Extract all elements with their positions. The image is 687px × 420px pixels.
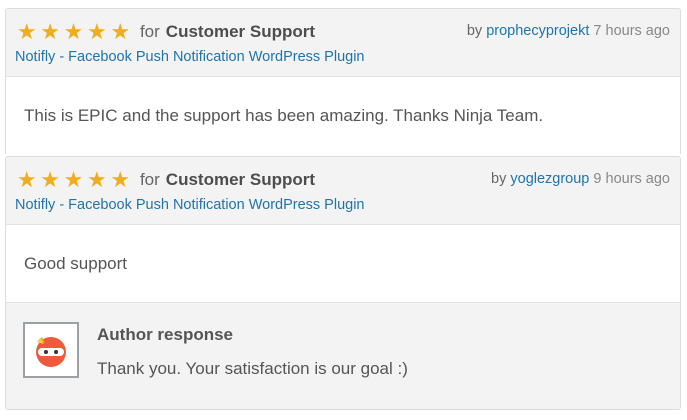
- review-time: 7 hours ago: [593, 23, 670, 39]
- plugin-link[interactable]: Notifly - Facebook Push Notification Wor…: [15, 197, 365, 213]
- review-card: ★ ★ ★ ★ ★ for Customer Support by prophe…: [5, 8, 681, 154]
- review-rating-line: ★ ★ ★ ★ ★ for Customer Support: [15, 169, 315, 191]
- plugin-link[interactable]: Notifly - Facebook Push Notification Wor…: [15, 49, 365, 65]
- response-title: Author response: [97, 325, 234, 344]
- star-icon: ★: [40, 167, 60, 192]
- review-header: ★ ★ ★ ★ ★ for Customer Support by prophe…: [6, 9, 680, 77]
- star-rating: ★ ★ ★ ★ ★: [15, 21, 132, 43]
- star-icon: ★: [87, 19, 107, 44]
- review-byline: by prophecyprojekt 7 hours ago: [467, 23, 670, 39]
- by-label: by: [491, 171, 507, 187]
- review-body: Good support: [24, 253, 128, 273]
- for-label: for: [139, 170, 160, 189]
- review-time: 9 hours ago: [593, 171, 670, 187]
- star-icon: ★: [40, 19, 60, 44]
- ninja-logo-icon: [36, 337, 66, 367]
- review-byline: by yoglezgroup 9 hours ago: [491, 171, 670, 187]
- author-link[interactable]: yoglezgroup: [510, 171, 589, 187]
- review-category: Customer Support: [165, 22, 316, 41]
- review-header: ★ ★ ★ ★ ★ for Customer Support by yoglez…: [6, 157, 680, 225]
- star-icon: ★: [63, 19, 84, 44]
- author-link[interactable]: prophecyprojekt: [486, 23, 589, 39]
- by-label: by: [466, 23, 483, 39]
- review-category: Customer Support: [165, 170, 316, 189]
- star-icon: ★: [16, 19, 37, 44]
- star-icon: ★: [63, 167, 84, 192]
- review-body: This is EPIC and the support has been am…: [24, 105, 544, 125]
- star-icon: ★: [110, 167, 131, 192]
- ninja-avatar-icon: [23, 322, 79, 378]
- star-icon: ★: [87, 167, 107, 192]
- review-card: ★ ★ ★ ★ ★ for Customer Support by yoglez…: [5, 156, 681, 410]
- review-rating-line: ★ ★ ★ ★ ★ for Customer Support: [15, 21, 315, 43]
- star-icon: ★: [16, 167, 37, 192]
- star-icon: ★: [110, 19, 131, 44]
- star-rating: ★ ★ ★ ★ ★: [15, 169, 132, 191]
- response-text: Thank you. Your satisfaction is our goal…: [97, 359, 408, 378]
- for-label: for: [139, 22, 160, 41]
- author-response: Author response Thank you. Your satisfac…: [6, 302, 680, 409]
